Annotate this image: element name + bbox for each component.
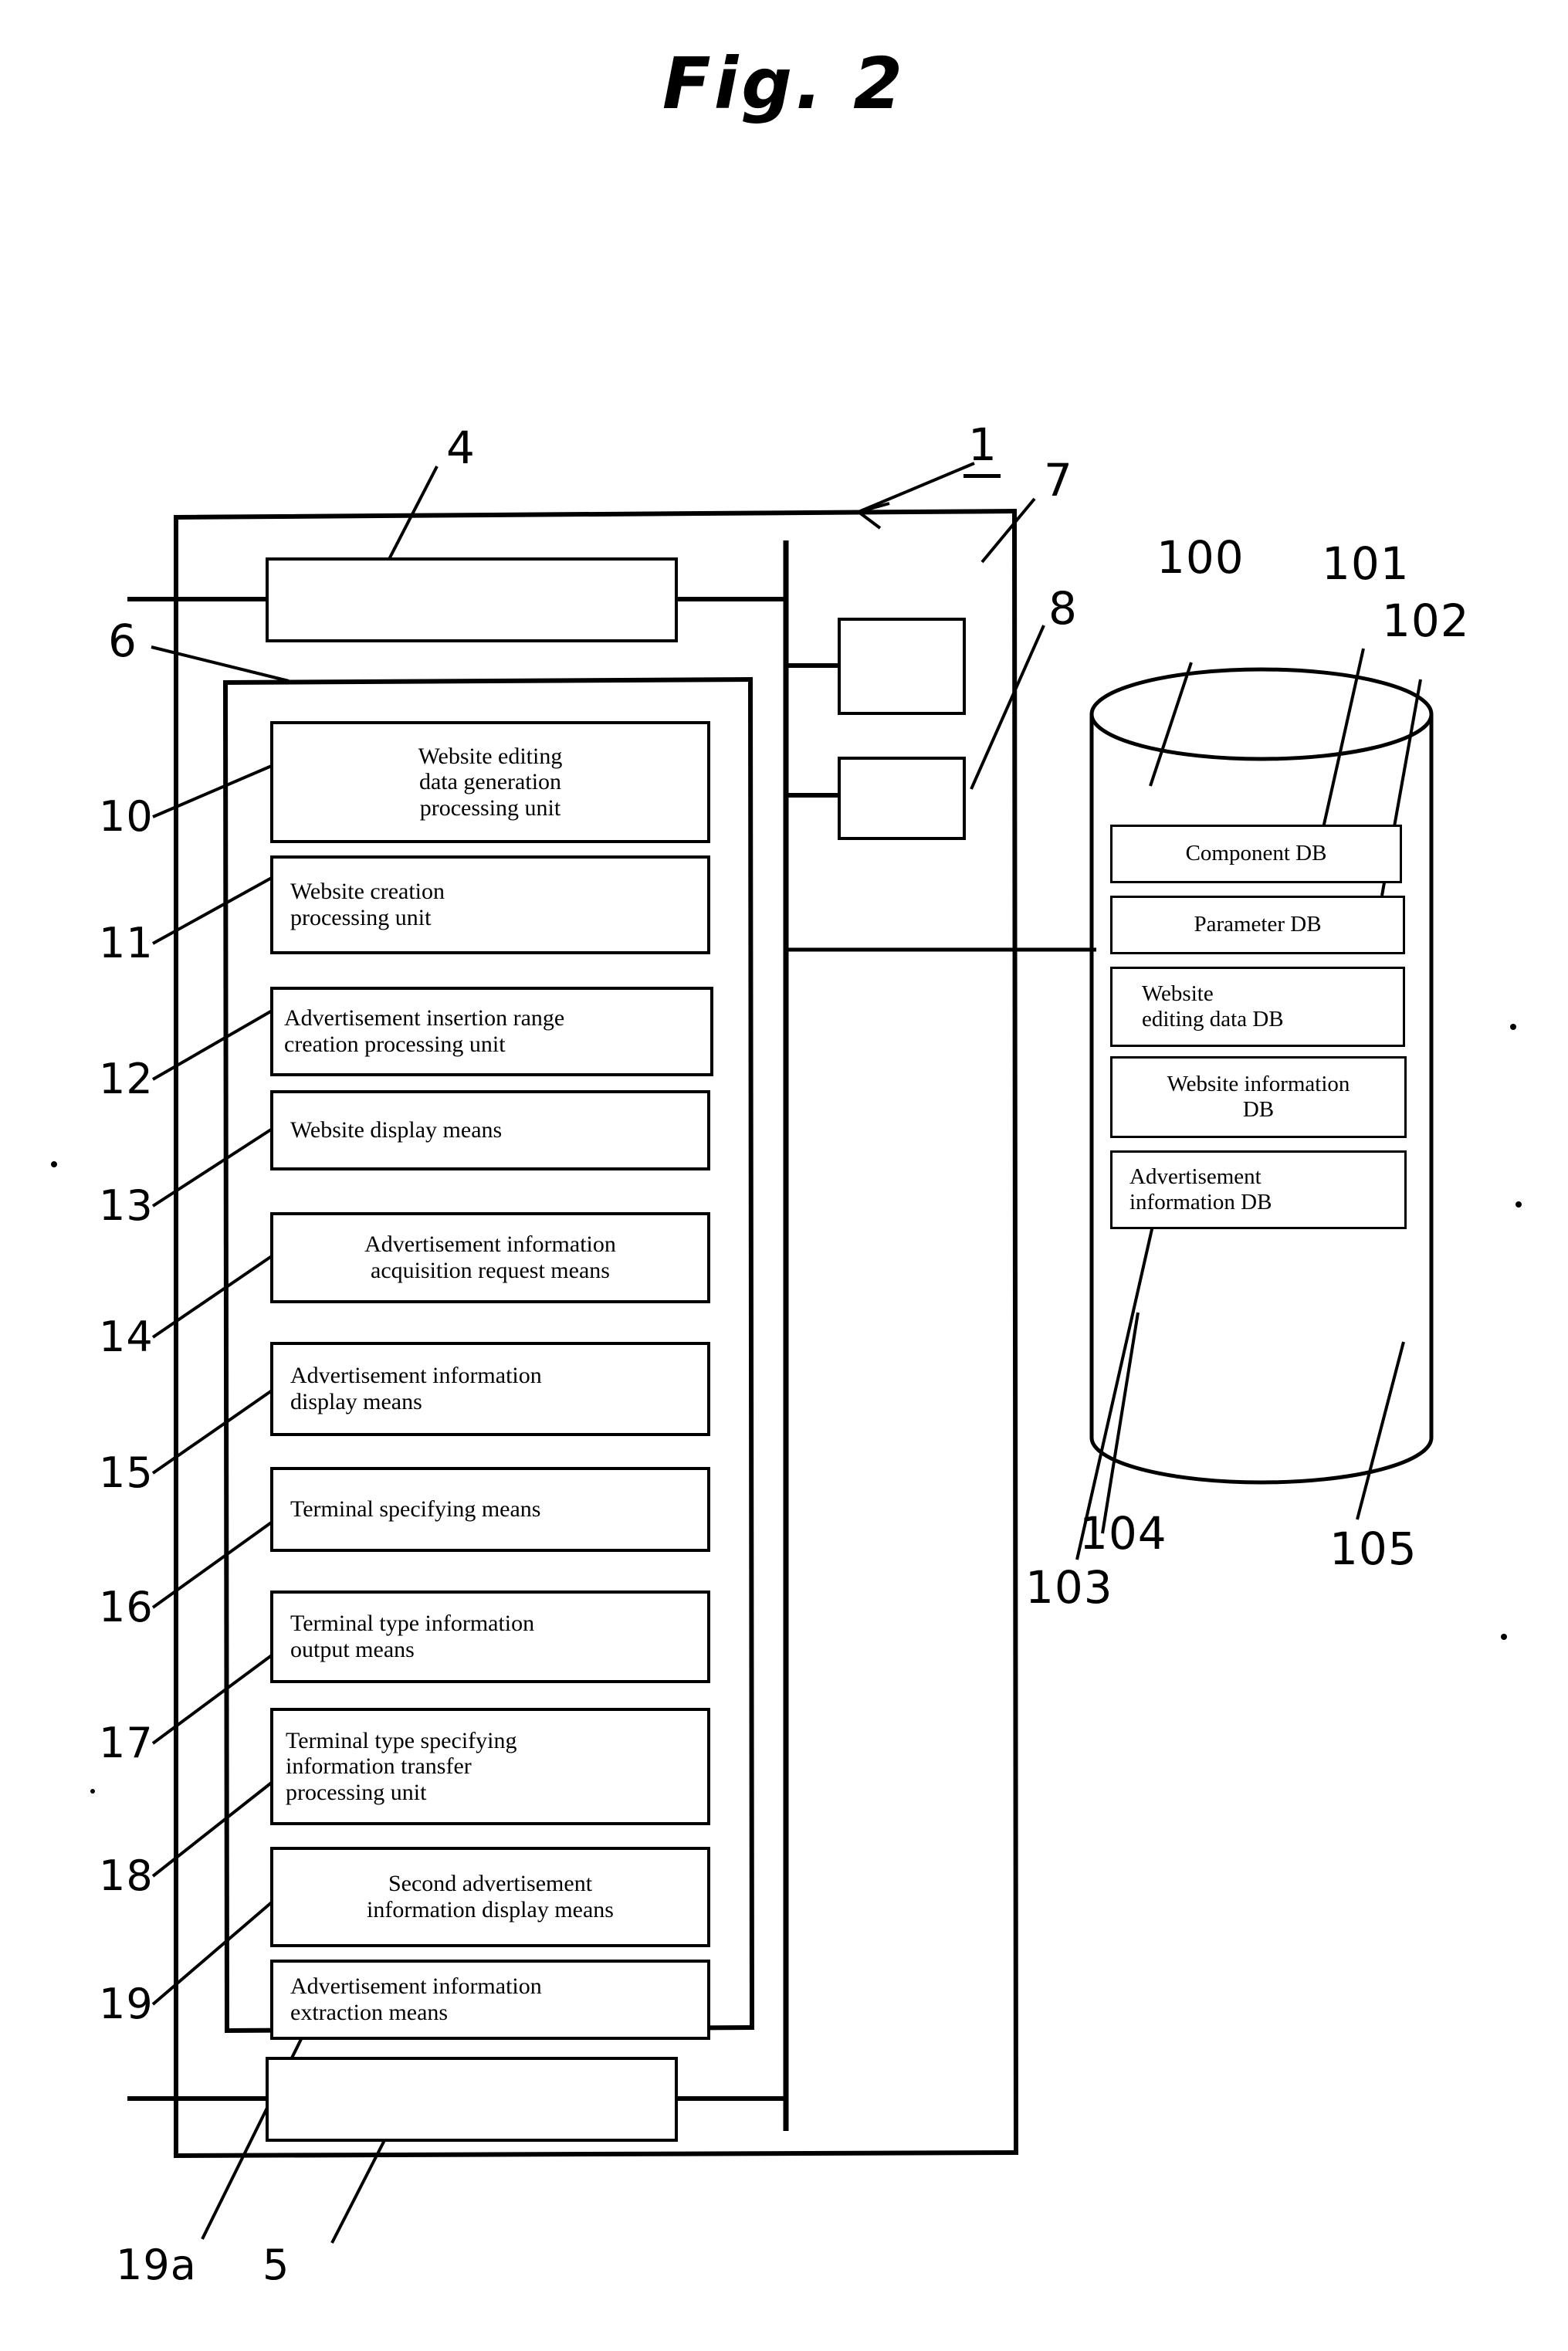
ref-label-103: 103 — [1025, 1561, 1113, 1614]
processing-unit-17: Terminal type information output means — [270, 1590, 710, 1683]
ref-label-104: 104 — [1079, 1507, 1167, 1560]
figure-canvas: Fig. 2 Website editing data generation p… — [0, 0, 1568, 2351]
database-102: Parameter DB — [1110, 896, 1405, 954]
database-105: Advertisement information DB — [1110, 1150, 1407, 1229]
database-101-label: Component DB — [1185, 841, 1327, 866]
communication-unit-bottom — [266, 2057, 678, 2142]
database-104: Website information DB — [1110, 1056, 1407, 1138]
ref-label-1: 1 — [968, 418, 997, 471]
database-103-label: Website editing data DB — [1142, 981, 1284, 1032]
processing-unit-11-label: Website creation processing unit — [290, 879, 445, 930]
processing-unit-10: Website editing data generation processing… — [270, 721, 710, 843]
processing-unit-17-label: Terminal type information output means — [290, 1611, 535, 1662]
ref-label-16: 16 — [99, 1583, 154, 1631]
ref-label-11: 11 — [99, 919, 154, 967]
processing-unit-18-label: Terminal type specifying information tran… — [286, 1727, 517, 1805]
database-103: Website editing data DB — [1110, 967, 1405, 1047]
ref-label-13: 13 — [99, 1181, 154, 1230]
ref-label-10: 10 — [99, 792, 154, 841]
ref-label-105: 105 — [1329, 1523, 1417, 1575]
processing-unit-18: Terminal type specifying information tran… — [270, 1708, 710, 1825]
communication-unit-top — [266, 557, 678, 642]
ref-label-19a: 19a — [116, 2241, 197, 2289]
ref-label-14: 14 — [99, 1313, 154, 1361]
processing-unit-19-label: Second advertisement information display … — [367, 1871, 614, 1922]
ref-label-18: 18 — [99, 1851, 154, 1900]
database-101: Component DB — [1110, 825, 1402, 883]
processing-unit-12-label: Advertisement insertion range creation pr… — [284, 1005, 565, 1057]
ref-label-7: 7 — [1044, 454, 1073, 506]
processing-unit-14-label: Advertisement information acquisition req… — [364, 1231, 616, 1283]
ref-label-6: 6 — [108, 615, 137, 667]
ref-label-102: 102 — [1382, 595, 1470, 647]
processing-unit-16: Terminal specifying means — [270, 1467, 710, 1552]
ref-label-19: 19 — [99, 1980, 154, 2028]
database-102-label: Parameter DB — [1194, 912, 1322, 937]
unit-8-box — [838, 757, 966, 840]
database-104-label: Website information DB — [1167, 1071, 1350, 1122]
processing-unit-19a: Advertisement information extraction mean… — [270, 1960, 710, 2040]
ref-label-15: 15 — [99, 1448, 154, 1497]
processing-unit-12: Advertisement insertion range creation pr… — [270, 987, 713, 1076]
ref-label-5: 5 — [262, 2241, 290, 2289]
processing-unit-15-label: Advertisement information display means — [290, 1363, 542, 1414]
ref-label-8: 8 — [1048, 582, 1078, 635]
processing-unit-19a-label: Advertisement information extraction mean… — [290, 1973, 542, 2025]
processing-unit-15: Advertisement information display means — [270, 1342, 710, 1436]
processing-unit-11: Website creation processing unit — [270, 855, 710, 954]
processing-unit-16-label: Terminal specifying means — [290, 1496, 541, 1523]
ref-label-17: 17 — [99, 1719, 154, 1767]
database-105-label: Advertisement information DB — [1129, 1164, 1272, 1214]
ref-label-12: 12 — [99, 1055, 154, 1103]
processing-unit-13-label: Website display means — [290, 1117, 503, 1143]
ref-label-101: 101 — [1322, 537, 1410, 590]
ref-label-4: 4 — [446, 422, 476, 474]
ref-label-100: 100 — [1157, 531, 1245, 584]
unit-7-box — [838, 618, 966, 715]
processing-unit-13: Website display means — [270, 1090, 710, 1170]
processing-unit-10-label: Website editing data generation processing… — [418, 743, 563, 821]
ref-label-1-underline — [963, 474, 1001, 478]
processing-unit-19: Second advertisement information display … — [270, 1847, 710, 1947]
processing-unit-14: Advertisement information acquisition req… — [270, 1212, 710, 1303]
